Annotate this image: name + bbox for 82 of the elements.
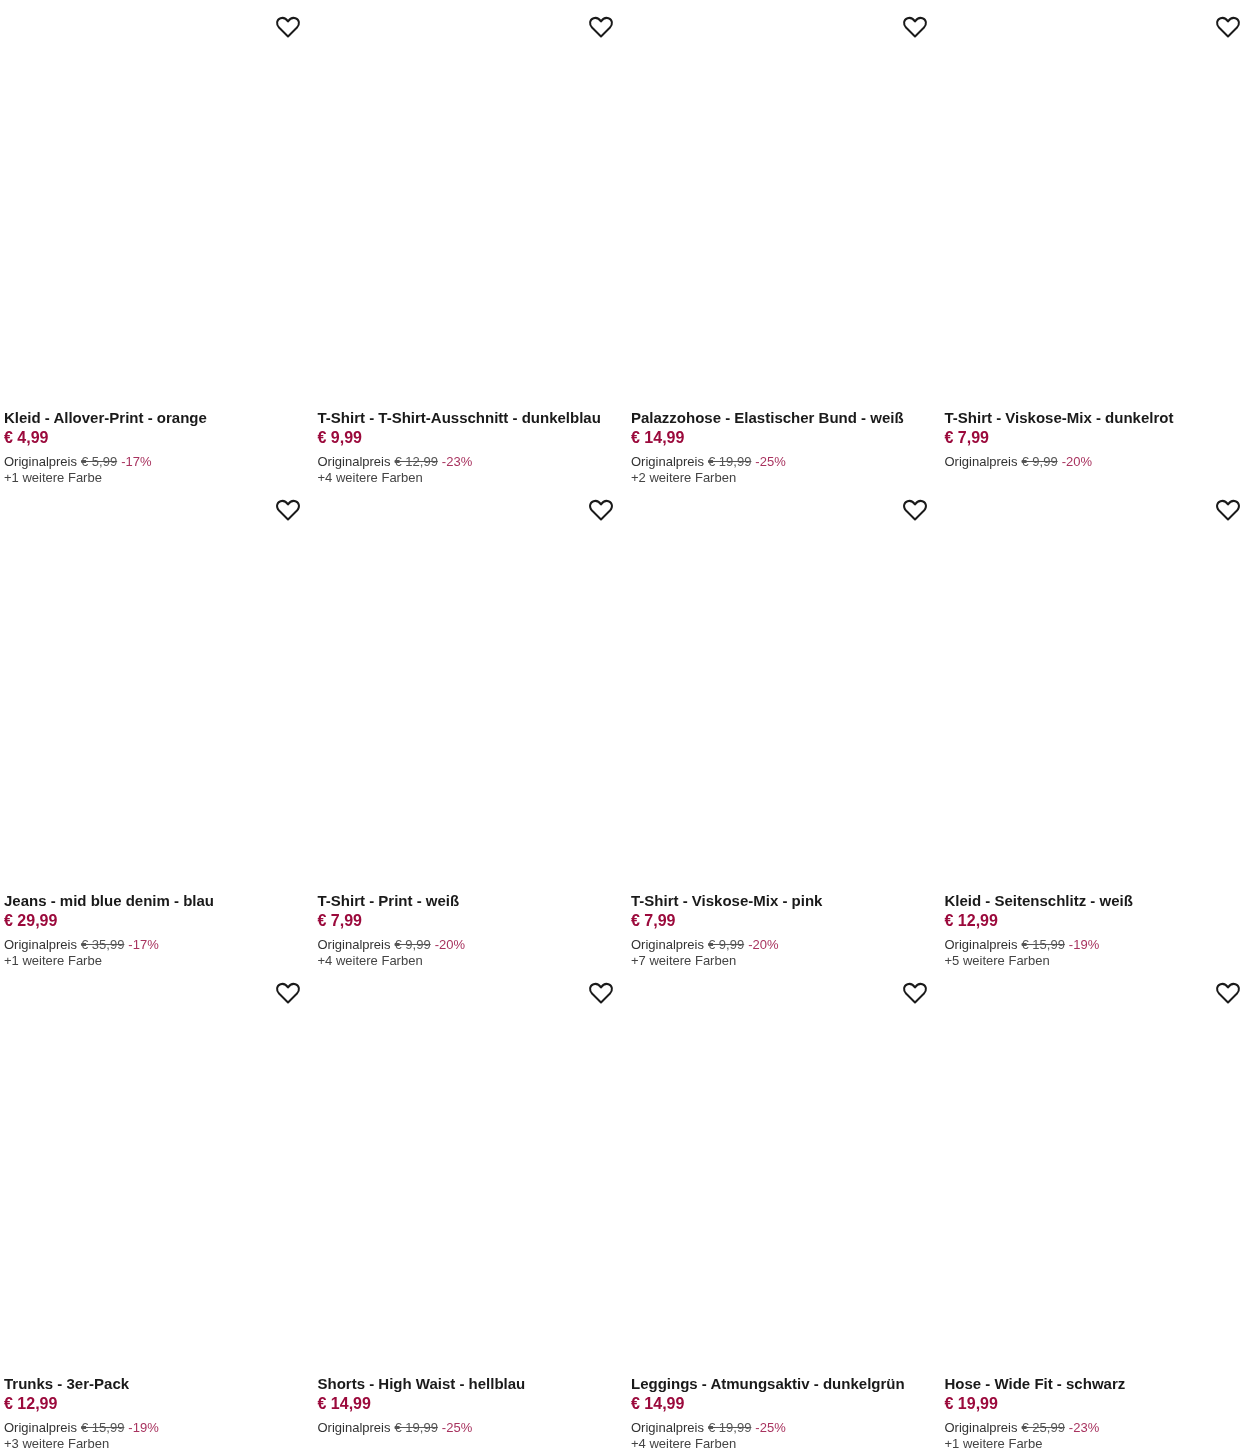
original-price-label: Originalpreis <box>631 453 704 470</box>
original-price-label: Originalpreis <box>4 453 77 470</box>
product-title[interactable]: Shorts - High Waist - hellblau <box>317 1374 619 1394</box>
sale-price: € 19,99 <box>944 1394 999 1414</box>
original-price-label: Originalpreis <box>944 453 1018 470</box>
original-price-label: Originalpreis <box>631 1419 704 1436</box>
discount-percent: -19% <box>128 1419 159 1436</box>
more-colors-link[interactable]: +4 weitere Farben <box>631 1436 737 1452</box>
wishlist-heart-button[interactable] <box>273 980 302 1006</box>
more-colors-link[interactable]: +3 weitere Farben <box>4 1436 110 1452</box>
old-price: € 25,99 <box>1021 1419 1065 1436</box>
original-price-label: Originalpreis <box>317 1419 391 1436</box>
more-colors-link[interactable]: +7 weitere Farben <box>631 953 737 969</box>
sale-price: € 7,99 <box>317 911 363 931</box>
sale-price: € 29,99 <box>4 911 59 931</box>
discount-percent: -20% <box>748 936 779 953</box>
wishlist-heart-button[interactable] <box>1214 497 1242 523</box>
product-title[interactable]: Leggings - Atmungsaktiv - dunkelgrün <box>631 1374 933 1394</box>
product-title[interactable]: T-Shirt - Viskose-Mix - dunkelrot <box>944 408 1246 428</box>
more-colors-link[interactable]: +4 weitere Farben <box>317 470 423 486</box>
old-price: € 9,99 <box>394 936 431 953</box>
old-price: € 19,99 <box>708 453 752 470</box>
more-colors-link[interactable]: +2 weitere Farben <box>631 470 737 486</box>
product-title[interactable]: Jeans - mid blue denim - blau <box>4 891 306 911</box>
old-price: € 15,99 <box>1021 936 1065 953</box>
discount-percent: -25% <box>441 1419 473 1436</box>
wishlist-heart-button[interactable] <box>587 980 615 1006</box>
more-colors-link[interactable]: +1 weitere Farbe <box>944 1436 1043 1452</box>
discount-percent: -25% <box>755 453 786 470</box>
discount-percent: -20% <box>434 936 465 953</box>
old-price: € 9,99 <box>708 936 745 953</box>
more-colors-link[interactable]: +1 weitere Farbe <box>4 953 102 969</box>
wishlist-heart-button[interactable] <box>1214 980 1242 1006</box>
old-price: € 9,99 <box>1021 453 1058 470</box>
old-price: € 15,99 <box>81 1419 125 1436</box>
discount-percent: -19% <box>1068 936 1100 953</box>
product-title[interactable]: T-Shirt - Viskose-Mix - pink <box>631 891 933 911</box>
discount-percent: -23% <box>1068 1419 1100 1436</box>
original-price-label: Originalpreis <box>317 936 391 953</box>
more-colors-link[interactable]: +5 weitere Farben <box>944 953 1050 969</box>
original-price-label: Originalpreis <box>631 936 704 953</box>
discount-percent: -23% <box>441 453 473 470</box>
product-title[interactable]: T-Shirt - Print - weiß <box>317 891 619 911</box>
original-price-label: Originalpreis <box>317 453 391 470</box>
old-price: € 19,99 <box>708 1419 752 1436</box>
discount-percent: -17% <box>121 453 152 470</box>
product-title[interactable]: Trunks - 3er-Pack <box>4 1374 306 1394</box>
discount-percent: -17% <box>128 936 159 953</box>
wishlist-heart-button[interactable] <box>1214 14 1242 40</box>
sale-price: € 4,99 <box>4 428 50 448</box>
product-title[interactable]: Hose - Wide Fit - schwarz <box>944 1374 1246 1394</box>
product-title[interactable]: Palazzohose - Elastischer Bund - weiß <box>631 408 933 428</box>
wishlist-heart-button[interactable] <box>587 14 615 40</box>
sale-price: € 9,99 <box>317 428 363 448</box>
product-title[interactable]: T-Shirt - T-Shirt-Ausschnitt - dunkelblau <box>317 408 619 428</box>
discount-percent: -20% <box>1061 453 1092 470</box>
sale-price: € 14,99 <box>631 1394 686 1414</box>
original-price-label: Originalpreis <box>944 936 1018 953</box>
old-price: € 5,99 <box>81 453 118 470</box>
old-price: € 35,99 <box>81 936 125 953</box>
sale-price: € 12,99 <box>944 911 999 931</box>
sale-price: € 7,99 <box>631 911 677 931</box>
old-price: € 12,99 <box>394 453 438 470</box>
wishlist-heart-button[interactable] <box>587 497 615 523</box>
original-price-label: Originalpreis <box>944 1419 1018 1436</box>
product-title[interactable]: Kleid - Allover-Print - orange <box>4 408 306 428</box>
sale-price: € 12,99 <box>4 1394 59 1414</box>
sale-price: € 7,99 <box>944 428 990 448</box>
wishlist-heart-button[interactable] <box>273 497 302 523</box>
original-price-label: Originalpreis <box>4 1419 77 1436</box>
wishlist-heart-button[interactable] <box>900 14 929 40</box>
product-title[interactable]: Kleid - Seitenschlitz - weiß <box>944 891 1246 911</box>
old-price: € 19,99 <box>394 1419 438 1436</box>
original-price-label: Originalpreis <box>4 936 77 953</box>
sale-price: € 14,99 <box>631 428 686 448</box>
discount-percent: -25% <box>755 1419 786 1436</box>
sale-price: € 14,99 <box>317 1394 372 1414</box>
wishlist-heart-button[interactable] <box>900 497 929 523</box>
more-colors-link[interactable]: +4 weitere Farben <box>317 953 423 969</box>
wishlist-heart-button[interactable] <box>273 14 302 40</box>
more-colors-link[interactable]: +1 weitere Farbe <box>4 470 102 486</box>
wishlist-heart-button[interactable] <box>900 980 929 1006</box>
